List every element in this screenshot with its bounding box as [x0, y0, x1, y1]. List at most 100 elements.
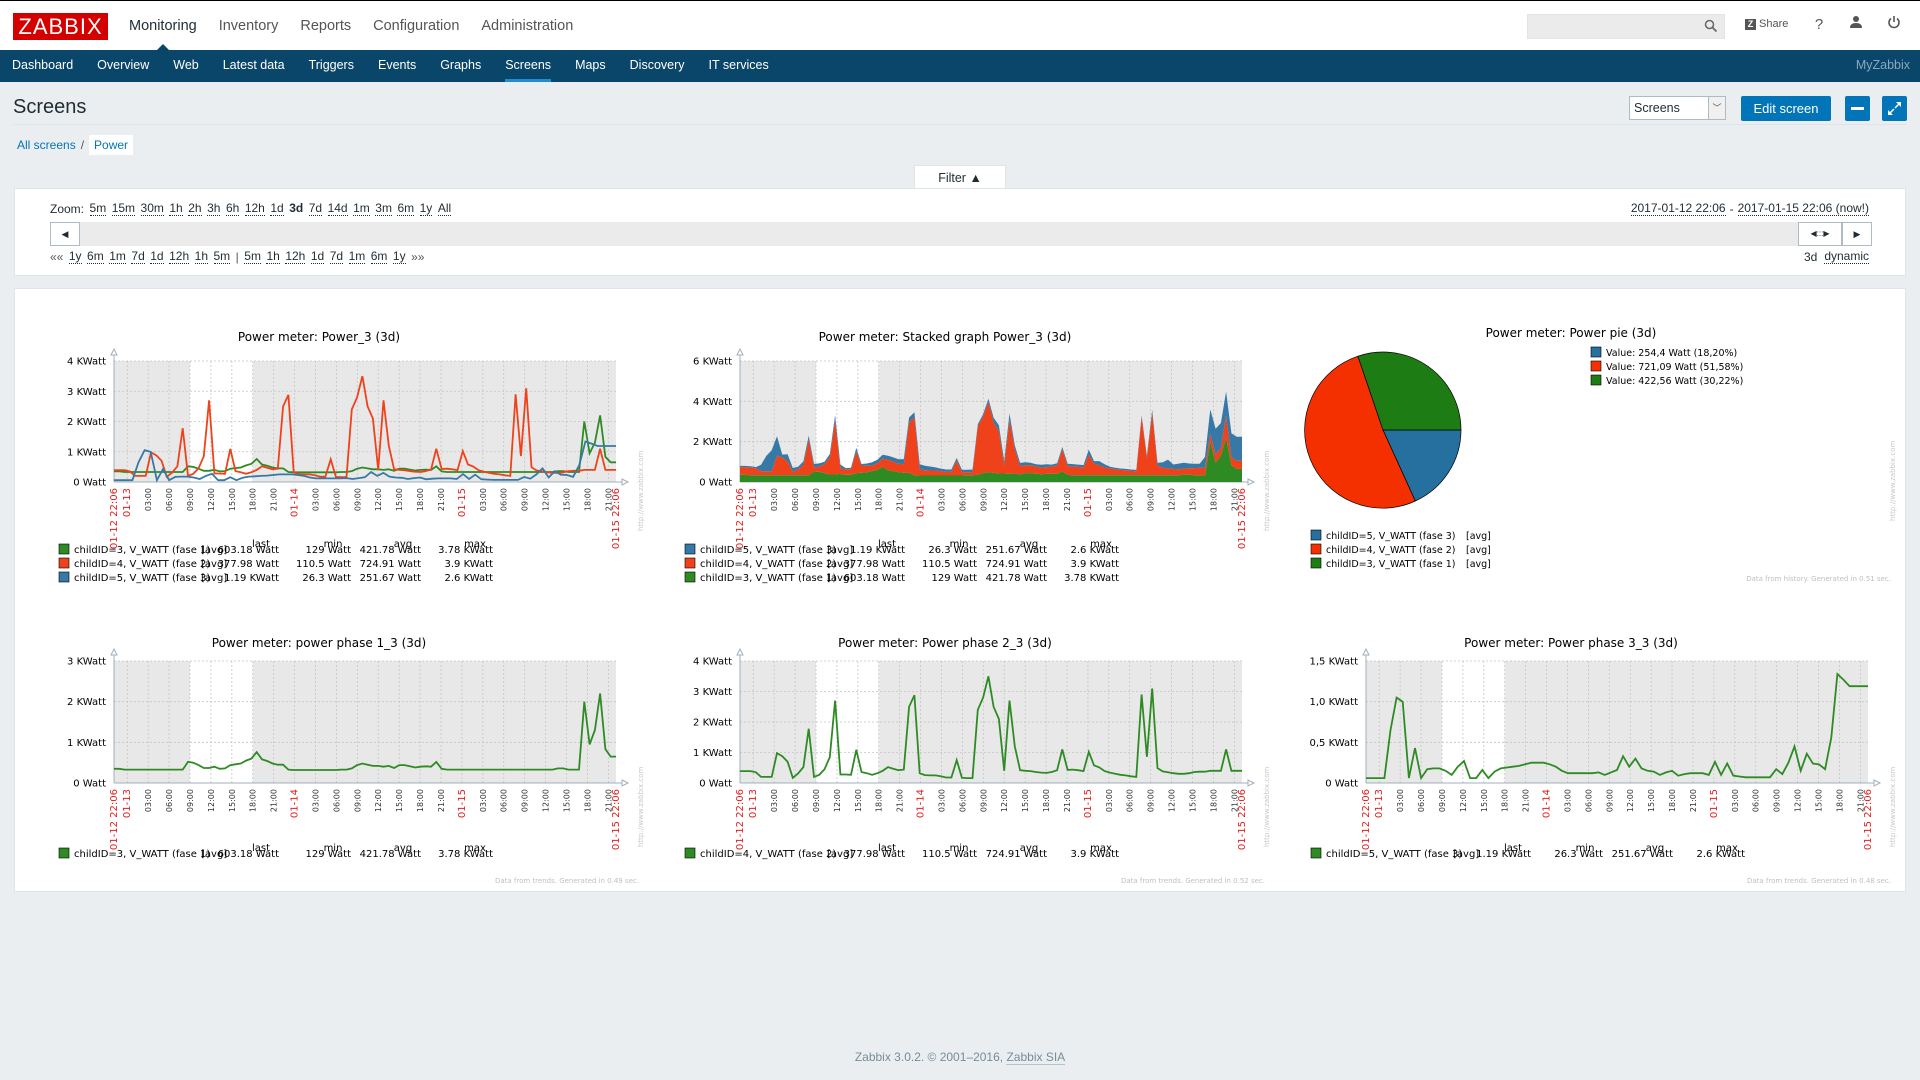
submenu-maps[interactable]: Maps [563, 50, 618, 82]
zoom-option-15m[interactable]: 15m [111, 202, 136, 216]
search-icon[interactable] [1704, 19, 1718, 33]
nav-back-12h[interactable]: 12h [169, 250, 190, 264]
x-tick-label: 09:00 [353, 488, 362, 511]
nav-forward-1h[interactable]: 1h [266, 250, 280, 264]
legend-series-name: childID=4, V_WATT (fase 2) [700, 559, 836, 570]
zoom-option-1m[interactable]: 1m [353, 202, 370, 216]
search-input[interactable] [1527, 14, 1725, 39]
menu-reports[interactable]: Reports [289, 1, 362, 51]
menu-administration[interactable]: Administration [470, 1, 584, 51]
screens-select[interactable]: Screens ﹀ [1629, 96, 1726, 120]
zoom-option-14d[interactable]: 14d [327, 202, 348, 216]
zoom-option-3d[interactable]: 3d [289, 202, 303, 216]
submenu-events[interactable]: Events [366, 50, 428, 82]
period-to[interactable]: 2017-01-15 22:06 (now!) [1737, 202, 1869, 216]
x-tick-label: 18:00 [875, 789, 884, 812]
user-icon[interactable] [1846, 15, 1866, 35]
edit-screen-button[interactable]: Edit screen [1741, 96, 1831, 121]
menu-inventory[interactable]: Inventory [208, 1, 290, 51]
x-tick-label: 06:00 [791, 488, 800, 511]
screen-graphs-panel: Power meter: Power_3 (3d) 0 Watt 1 KWatt 2 … [14, 288, 1906, 892]
scroll-handle[interactable]: ◀:::▶ [1798, 222, 1842, 246]
nav-back-1h[interactable]: 1h [194, 250, 208, 264]
graph-power-3[interactable]: Power meter: Power_3 (3d) 0 Watt 1 KWatt 2 … [29, 301, 649, 601]
zoom-option-6m[interactable]: 6m [397, 202, 415, 216]
submenu-it-services[interactable]: IT services [697, 50, 781, 82]
submenu-dashboard[interactable]: Dashboard [0, 50, 85, 82]
myzabbix-link[interactable]: MyZabbix [1856, 50, 1910, 81]
nav-forward-5m[interactable]: 5m [244, 250, 261, 264]
x-tick-label: 21:00 [437, 488, 446, 511]
filter-toggle-tab[interactable]: Filter ▲ [914, 165, 1006, 189]
breadcrumb-all-screens[interactable]: All screens [17, 138, 76, 152]
nav-forward-1m[interactable]: 1m [348, 250, 366, 264]
x-tick-label: 01-13 [122, 488, 133, 517]
timeline-scrollbar[interactable]: ◀ ◀:::▶ ▶ [50, 222, 1872, 246]
footer-company-link[interactable]: Zabbix SIA [1006, 1050, 1066, 1065]
power-icon[interactable] [1884, 15, 1904, 35]
nav-forward-1d[interactable]: 1d [310, 250, 325, 264]
nav-forward-7d[interactable]: 7d [329, 250, 344, 264]
legend-max-value: 3.9 KWatt [1070, 559, 1119, 570]
graph-stacked-power-3[interactable]: Power meter: Stacked graph Power_3 (3d) 0… [655, 301, 1275, 601]
menu-configuration[interactable]: Configuration [362, 1, 470, 51]
nav-back-7d[interactable]: 7d [131, 250, 145, 264]
scroll-right-button[interactable]: ▶ [1842, 222, 1872, 246]
graph-generation-note: Data from trends. Generated in 0.48 sec. [1747, 877, 1891, 885]
zoom-option-12h[interactable]: 12h [244, 202, 265, 216]
zoom-option-2h[interactable]: 2h [188, 202, 202, 216]
zoom-option-5m[interactable]: 5m [89, 202, 107, 216]
legend-series-name: childID=5, V_WATT (fase 3) [700, 545, 836, 556]
x-tick-label: 06:00 [958, 488, 967, 511]
nav-back-far[interactable]: «« [50, 250, 63, 264]
zoom-option-6h[interactable]: 6h [225, 202, 240, 216]
legend-min-value: 26.3 Watt [302, 573, 351, 584]
submenu-screens[interactable]: Screens [493, 50, 563, 82]
zoom-option-1d[interactable]: 1d [270, 202, 284, 216]
x-tick-label: 01-15 [1083, 789, 1094, 818]
nav-back-5m[interactable]: 5m [213, 250, 231, 264]
zabbix-logo[interactable]: ZABBIX [13, 13, 108, 40]
y-tick-label: 0 Watt [73, 779, 106, 790]
nav-forward-6m[interactable]: 6m [370, 250, 388, 264]
nav-back-1y[interactable]: 1y [68, 250, 82, 264]
graph-power-pie[interactable]: Power meter: Power pie (3d) Value: 254,4 … [1281, 301, 1901, 601]
zoom-option-1h[interactable]: 1h [169, 202, 183, 216]
submenu-triggers[interactable]: Triggers [297, 50, 366, 82]
graph-power-phase-3[interactable]: Power meter: Power phase 3_3 (3d) 0 Watt 0… [1281, 607, 1901, 897]
period-mode-toggle[interactable]: dynamic [1824, 250, 1869, 264]
nav-back-6m[interactable]: 6m [87, 250, 104, 264]
zabbix-watermark: http://www.zabbix.com [1889, 441, 1897, 521]
breadcrumb-current[interactable]: Power [89, 135, 134, 155]
zoom-option-3m[interactable]: 3m [375, 202, 392, 216]
help-icon[interactable]: ? [1809, 15, 1829, 35]
menu-monitoring[interactable]: Monitoring [118, 1, 208, 51]
zoom-option-7d[interactable]: 7d [308, 202, 323, 216]
nav-back-1m[interactable]: 1m [109, 250, 126, 264]
y-tick-label: 0,5 KWatt [1309, 738, 1358, 749]
legend-max-value: 2.6 KWatt [1696, 849, 1745, 860]
submenu-latest-data[interactable]: Latest data [211, 50, 297, 82]
submenu-web[interactable]: Web [161, 50, 210, 82]
scroll-left-button[interactable]: ◀ [50, 222, 80, 246]
y-tick-label: 2 KWatt [67, 417, 106, 428]
minimize-button[interactable] [1845, 96, 1870, 121]
zoom-option-1y[interactable]: 1y [419, 202, 433, 216]
submenu-graphs[interactable]: Graphs [428, 50, 493, 82]
graph-power-phase-1[interactable]: Power meter: power phase 1_3 (3d) 0 Watt 1… [29, 607, 649, 897]
nav-forward-12h[interactable]: 12h [285, 250, 306, 264]
graph-power-phase-2[interactable]: Power meter: Power phase 2_3 (3d) 0 Watt 1… [655, 607, 1275, 897]
nav-back-1d[interactable]: 1d [150, 250, 164, 264]
nav-forward-1y[interactable]: 1y [392, 250, 406, 264]
zoom-option-all[interactable]: All [437, 202, 452, 216]
period-from[interactable]: 2017-01-12 22:06 [1630, 202, 1726, 216]
share-link[interactable]: Z Share [1745, 18, 1788, 30]
fullscreen-button[interactable] [1882, 96, 1907, 121]
submenu-overview[interactable]: Overview [85, 50, 161, 82]
zoom-option-30m[interactable]: 30m [140, 202, 164, 216]
submenu-discovery[interactable]: Discovery [618, 50, 697, 82]
zoom-option-3h[interactable]: 3h [207, 202, 221, 216]
nav-forward-far[interactable]: »» [411, 250, 424, 264]
x-tick-label: 01-15 [457, 488, 468, 517]
x-tick-label: 01-15 22:06 [1237, 789, 1248, 850]
